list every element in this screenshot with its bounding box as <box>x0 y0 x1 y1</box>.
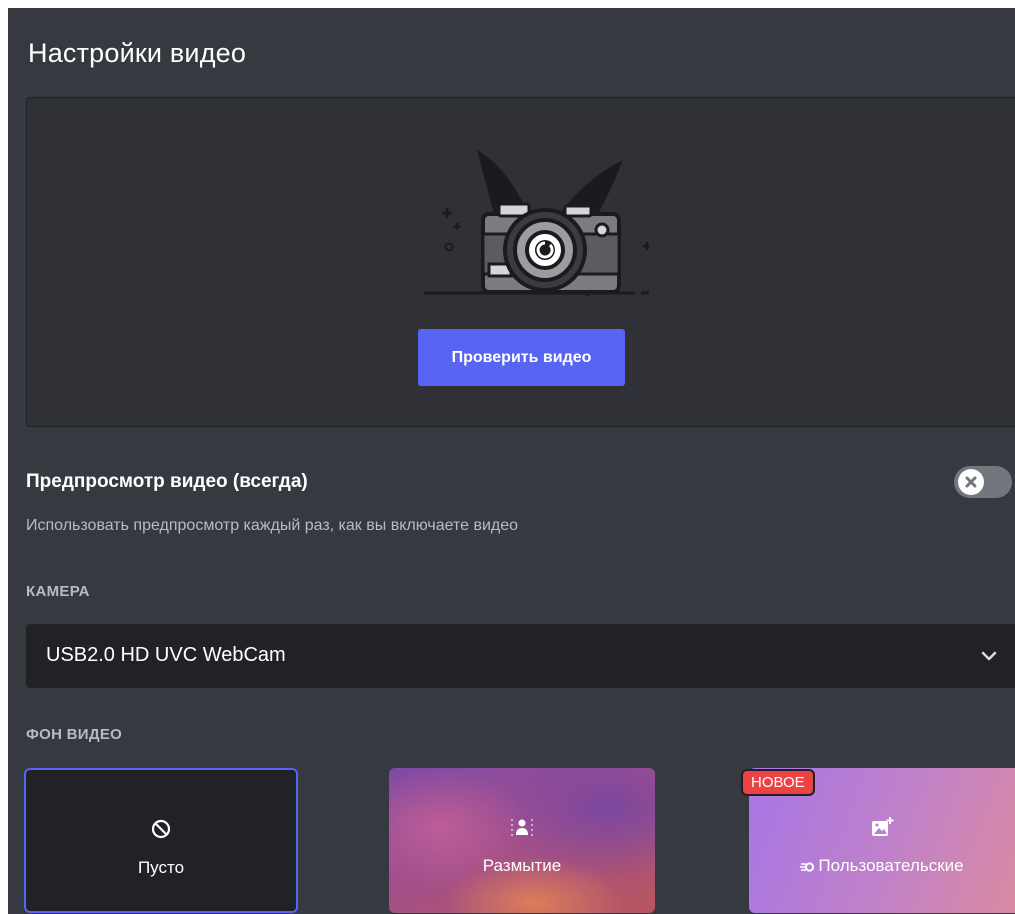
add-image-icon <box>872 817 894 836</box>
toggle-knob <box>958 469 984 495</box>
nitro-icon <box>800 861 815 872</box>
page-title: Настройки видео <box>28 38 247 68</box>
blur-person-icon <box>511 819 533 836</box>
always-preview-description: Использовать предпросмотр каждый раз, ка… <box>26 517 519 534</box>
always-preview-title: Предпросмотр видео (всегда) <box>26 471 308 492</box>
camera-selected-value: USB2.0 HD UVC WebCam <box>46 644 286 666</box>
custom-label-text: Пользовательские <box>818 856 964 875</box>
background-option-none[interactable]: Пусто <box>24 768 298 913</box>
video-background-section-label: ФОН ВИДЕО <box>26 726 123 743</box>
background-option-custom-label: Пользовательские <box>749 856 1015 876</box>
video-settings-panel: Настройки видео Проверить видео Предпрос… <box>8 8 1015 914</box>
camera-select[interactable]: USB2.0 HD UVC WebCam <box>26 624 1015 688</box>
close-icon <box>965 476 977 488</box>
video-preview-area: Проверить видео <box>26 97 1015 427</box>
background-option-blur-label: Размытие <box>482 856 562 875</box>
camera-section-label: КАМЕРА <box>26 583 90 600</box>
new-badge: НОВОЕ <box>741 769 815 796</box>
no-entry-icon <box>151 819 171 839</box>
camera-illustration <box>424 150 649 297</box>
test-video-button[interactable]: Проверить видео <box>418 329 625 386</box>
background-option-blur[interactable]: Размытие <box>389 768 655 913</box>
always-preview-toggle[interactable] <box>954 466 1012 498</box>
background-option-none-label: Пусто <box>137 858 185 877</box>
chevron-down-icon <box>981 651 997 661</box>
